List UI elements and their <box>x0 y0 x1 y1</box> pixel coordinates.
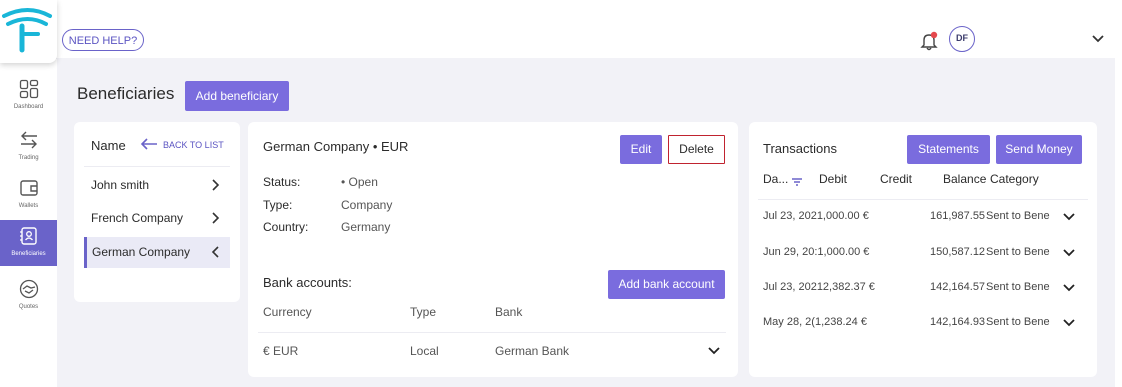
tx-balance: 161,987.55 <box>930 210 986 222</box>
need-help-button[interactable]: NEED HELP? <box>62 29 144 51</box>
delete-button[interactable]: Delete <box>668 135 725 164</box>
transactions-title: Transactions <box>763 141 837 156</box>
column-date[interactable]: Da... <box>763 172 788 186</box>
beneficiaries-icon <box>20 227 37 245</box>
chevron-down-icon[interactable] <box>708 346 720 356</box>
add-beneficiary-button[interactable]: Add beneficiary <box>185 81 289 111</box>
sidebar-item-label: Quotes <box>18 304 39 310</box>
send-money-button[interactable]: Send Money <box>996 135 1082 164</box>
field-value-country: Germany <box>341 220 391 234</box>
tx-balance: 142,164.93 <box>930 316 986 328</box>
chevron-left-icon <box>211 246 219 258</box>
bank-row-bank: German Bank <box>495 344 570 358</box>
notification-dot-icon <box>930 31 938 39</box>
tx-category: Sent to Bene <box>986 246 1050 258</box>
field-value-type: Company <box>341 198 393 212</box>
back-arrow-icon[interactable] <box>140 136 158 152</box>
bank-column-currency: Currency <box>263 305 312 319</box>
sidebar-item-label: Trading <box>18 155 39 161</box>
chevron-right-icon <box>212 212 220 224</box>
column-debit: Debit <box>819 172 848 186</box>
sidebar-item-wallets[interactable]: Wallets <box>0 172 57 218</box>
dashboard-icon <box>19 79 39 99</box>
column-balance: Balance <box>943 172 987 186</box>
trading-arrows-icon <box>21 131 37 149</box>
table-row[interactable]: Jul 23, 20212,382.37 € 142,164.57 Sent t… <box>758 276 1088 298</box>
sort-filter-icon[interactable] <box>791 174 803 186</box>
table-row[interactable]: Jun 29, 20:1,000.00 € 150,587.12 Sent to… <box>758 241 1088 263</box>
tx-date-debit: May 28, 2(1,238.24 € <box>763 316 867 328</box>
chevron-right-icon <box>212 179 220 191</box>
bank-column-type: Type <box>410 305 437 319</box>
logo-icon <box>2 8 52 53</box>
add-bank-account-button[interactable]: Add bank account <box>608 270 725 299</box>
field-label-type: Type: <box>263 198 293 212</box>
detail-title: German Company • EUR <box>263 139 409 154</box>
sidebar-item-quotes[interactable]: Quotes <box>0 273 57 319</box>
back-to-list-link[interactable]: BACK TO LIST <box>163 140 224 150</box>
tx-date-debit: Jul 23, 2021,000.00 € <box>763 210 869 222</box>
list-item[interactable]: John smith <box>84 172 230 198</box>
list-header-name: Name <box>91 138 126 153</box>
edit-button[interactable]: Edit <box>620 135 662 164</box>
user-menu-chevron-icon[interactable] <box>1090 32 1106 46</box>
table-row[interactable]: May 28, 2(1,238.24 € 142,164.93 Sent to … <box>758 311 1088 333</box>
app-logo[interactable] <box>0 0 57 63</box>
column-credit: Credit <box>880 172 913 186</box>
sidebar: Dashboard Trading Wallets Beneficiaries … <box>0 63 58 387</box>
tx-category: Sent to Bene <box>986 316 1050 328</box>
field-label-status: Status: <box>263 175 301 189</box>
handshake-icon <box>19 279 39 299</box>
tx-balance: 150,587.12 <box>930 246 986 258</box>
tx-category: Sent to Bene <box>986 210 1050 222</box>
list-item-name: German Company <box>92 245 191 259</box>
wallet-icon <box>20 180 38 196</box>
list-item-name: French Company <box>91 211 184 225</box>
chevron-down-icon[interactable] <box>1063 248 1075 257</box>
top-bar <box>0 22 1115 59</box>
sidebar-item-label: Wallets <box>18 203 39 209</box>
tx-category: Sent to Bene <box>986 281 1050 293</box>
sidebar-item-label: Dashboard <box>13 104 44 110</box>
column-category: Category <box>990 172 1039 186</box>
field-value-status: • Open <box>341 175 378 189</box>
sidebar-item-dashboard[interactable]: Dashboard <box>0 73 57 119</box>
chevron-down-icon[interactable] <box>1063 283 1075 292</box>
bank-row-type: Local <box>410 344 439 358</box>
table-row[interactable]: € EUR Local German Bank <box>258 338 726 364</box>
list-divider <box>84 166 230 167</box>
bank-column-bank: Bank <box>495 305 523 319</box>
transactions-divider <box>758 199 1088 200</box>
sidebar-item-label: Beneficiaries <box>11 251 46 257</box>
bank-accounts-title: Bank accounts: <box>263 275 352 290</box>
sidebar-item-beneficiaries[interactable]: Beneficiaries <box>0 220 57 266</box>
bank-table-divider <box>258 332 726 333</box>
tx-date-debit: Jun 29, 20:1,000.00 € <box>763 246 870 258</box>
chevron-down-icon[interactable] <box>1063 212 1075 221</box>
notifications-bell-icon[interactable] <box>918 30 940 52</box>
chevron-down-icon[interactable] <box>1063 318 1075 327</box>
tx-balance: 142,164.57 <box>930 281 986 293</box>
list-item-selected[interactable]: German Company <box>84 237 230 268</box>
field-label-country: Country: <box>263 220 309 234</box>
bank-row-currency: € EUR <box>263 344 299 358</box>
table-row[interactable]: Jul 23, 2021,000.00 € 161,987.55 Sent to… <box>758 205 1088 227</box>
tx-date-debit: Jul 23, 20212,382.37 € <box>763 281 875 293</box>
page-title: Beneficiaries <box>77 84 175 103</box>
statements-button[interactable]: Statements <box>907 135 990 164</box>
list-item[interactable]: French Company <box>84 205 230 231</box>
sidebar-item-trading[interactable]: Trading <box>0 124 57 170</box>
user-avatar[interactable]: DF <box>949 26 975 52</box>
list-item-name: John smith <box>91 178 150 192</box>
